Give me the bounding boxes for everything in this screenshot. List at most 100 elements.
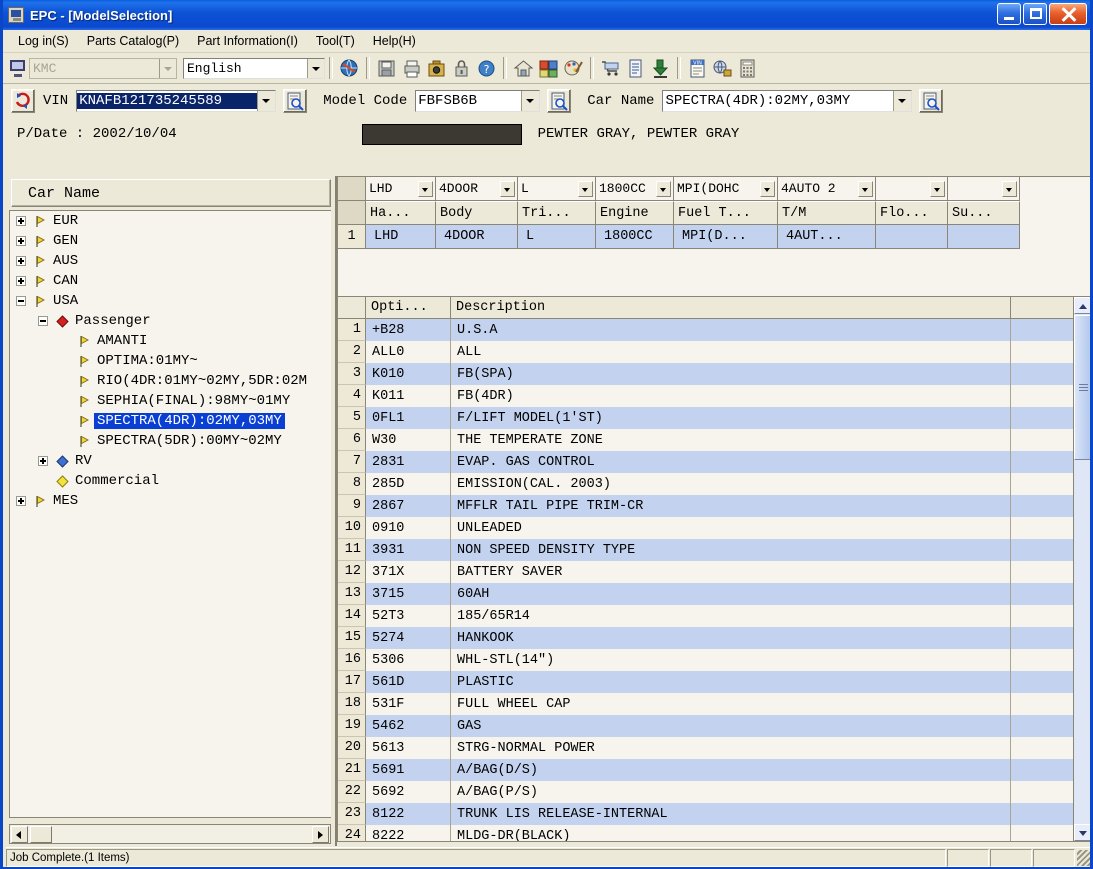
close-button[interactable] (1049, 3, 1087, 25)
spec-filter-combo[interactable]: 4DOOR (436, 177, 518, 201)
table-row[interactable]: 2 ALL0 ALL (338, 341, 1090, 363)
expand-icon[interactable] (16, 496, 26, 506)
menu-item-help[interactable]: Help(H) (364, 32, 425, 50)
chevron-down-icon[interactable] (858, 180, 873, 197)
expand-icon[interactable] (16, 236, 26, 246)
tree-horizontal-scrollbar[interactable] (9, 824, 331, 844)
spec-column-header[interactable]: Tri... (518, 201, 596, 225)
print-icon[interactable] (400, 57, 423, 80)
spec-column-header[interactable]: Engine (596, 201, 674, 225)
spec-column-header[interactable]: Flo... (876, 201, 948, 225)
collapse-icon[interactable] (38, 316, 48, 326)
table-row[interactable]: 7 2831 EVAP. GAS CONTROL (338, 451, 1090, 473)
tree-item[interactable]: Passenger (10, 311, 331, 331)
chevron-down-icon[interactable] (159, 58, 176, 78)
table-row[interactable]: 8 285D EMISSION(CAL. 2003) (338, 473, 1090, 495)
options-header-extra[interactable] (1011, 297, 1074, 319)
scroll-up-button[interactable] (1074, 297, 1090, 314)
catalog-tree-icon[interactable] (537, 57, 560, 80)
spec-column-header[interactable]: Su... (948, 201, 1020, 225)
options-vertical-scrollbar[interactable] (1073, 297, 1090, 841)
calculator-icon[interactable] (736, 57, 759, 80)
table-row[interactable]: 23 8122 TRUNK LIS RELEASE-INTERNAL (338, 803, 1090, 825)
table-row[interactable]: 24 8222 MLDG-DR(BLACK) (338, 825, 1090, 841)
table-row[interactable]: 18 531F FULL WHEEL CAP (338, 693, 1090, 715)
chevron-down-icon[interactable] (656, 180, 671, 197)
chevron-down-icon[interactable] (500, 180, 515, 197)
table-row[interactable]: 13 3715 60AH (338, 583, 1090, 605)
tree-item[interactable]: SPECTRA(5DR):00MY~02MY (10, 431, 331, 451)
table-row[interactable]: 19 5462 GAS (338, 715, 1090, 737)
tree-item[interactable]: EUR (10, 211, 331, 231)
spec-table-row[interactable]: 1 LHD 4DOOR L 1800CC MPI(D... 4AUT... (338, 225, 1090, 249)
maximize-button[interactable] (1023, 3, 1047, 25)
table-row[interactable]: 6 W30 THE TEMPERATE ZONE (338, 429, 1090, 451)
scroll-down-button[interactable] (1074, 824, 1090, 841)
table-row[interactable]: 17 561D PLASTIC (338, 671, 1090, 693)
maker-combo[interactable]: KMC (29, 57, 177, 79)
spec-column-header[interactable]: Body (436, 201, 518, 225)
home-icon[interactable] (512, 57, 535, 80)
table-row[interactable]: 4 K011 FB(4DR) (338, 385, 1090, 407)
tree-item[interactable]: GEN (10, 231, 331, 251)
cart-icon[interactable] (599, 57, 622, 80)
tree-item[interactable]: Commercial (10, 471, 331, 491)
chevron-down-icon[interactable] (578, 180, 593, 197)
vin-input[interactable]: KNAFB121735245589 (76, 90, 277, 112)
tree-item[interactable]: AUS (10, 251, 331, 271)
find-vin-icon[interactable] (283, 89, 308, 113)
help-icon[interactable]: ? (475, 57, 498, 80)
tree-item[interactable]: AMANTI (10, 331, 331, 351)
tree-item[interactable]: MES (10, 491, 331, 511)
tree-item[interactable]: RV (10, 451, 331, 471)
tree-item[interactable]: SPECTRA(4DR):02MY,03MY (10, 411, 331, 431)
expand-icon[interactable] (16, 216, 26, 226)
menu-item-part-information[interactable]: Part Information(I) (188, 32, 307, 50)
menu-item-parts-catalog[interactable]: Parts Catalog(P) (78, 32, 188, 50)
camera-icon[interactable] (425, 57, 448, 80)
model-code-input[interactable]: FBFSB6B (415, 90, 541, 112)
find-car-icon[interactable] (919, 89, 944, 113)
tree-item[interactable]: CAN (10, 271, 331, 291)
options-header-description[interactable]: Description (451, 297, 1011, 319)
table-row[interactable]: 22 5692 A/BAG(P/S) (338, 781, 1090, 803)
vin-icon[interactable]: VIN (686, 57, 709, 80)
scroll-left-button[interactable] (11, 825, 28, 843)
table-row[interactable]: 16 5306 WHL-STL(14") (338, 649, 1090, 671)
chevron-down-icon[interactable] (1002, 180, 1017, 197)
table-row[interactable]: 14 52T3 185/65R14 (338, 605, 1090, 627)
collapse-icon[interactable] (16, 296, 26, 306)
document-icon[interactable] (624, 57, 647, 80)
find-model-icon[interactable] (547, 89, 572, 113)
scroll-thumb-vertical[interactable] (1074, 315, 1090, 460)
table-row[interactable]: 10 0910 UNLEADED (338, 517, 1090, 539)
tree-item[interactable]: SEPHIA(FINAL):98MY~01MY (10, 391, 331, 411)
spec-filter-combo[interactable]: 4AUTO 2 (778, 177, 876, 201)
spec-filter-combo[interactable] (948, 177, 1020, 201)
table-row[interactable]: 12 371X BATTERY SAVER (338, 561, 1090, 583)
chevron-down-icon[interactable] (893, 91, 912, 111)
chevron-down-icon[interactable] (307, 58, 324, 78)
chevron-down-icon[interactable] (418, 180, 433, 197)
table-row[interactable]: 1 +B28 U.S.A (338, 319, 1090, 341)
lock-icon[interactable] (450, 57, 473, 80)
table-row[interactable]: 21 5691 A/BAG(D/S) (338, 759, 1090, 781)
scroll-thumb-horizontal[interactable] (30, 825, 52, 843)
chevron-down-icon[interactable] (257, 91, 276, 111)
network-icon[interactable] (711, 57, 734, 80)
spec-filter-combo[interactable]: L (518, 177, 596, 201)
expand-icon[interactable] (38, 456, 48, 466)
chevron-down-icon[interactable] (760, 180, 775, 197)
globe-icon[interactable] (338, 57, 361, 80)
table-row[interactable]: 3 K010 FB(SPA) (338, 363, 1090, 385)
menu-item-login[interactable]: Log in(S) (9, 32, 78, 50)
spec-column-header[interactable]: Fuel T... (674, 201, 778, 225)
save-icon[interactable] (375, 57, 398, 80)
table-row[interactable]: 20 5613 STRG-NORMAL POWER (338, 737, 1090, 759)
table-row[interactable]: 15 5274 HANKOOK (338, 627, 1090, 649)
expand-icon[interactable] (16, 256, 26, 266)
options-header-code[interactable]: Opti... (366, 297, 451, 319)
scroll-right-button[interactable] (312, 825, 329, 843)
spec-filter-combo[interactable] (876, 177, 948, 201)
refresh-icon[interactable] (11, 89, 35, 113)
